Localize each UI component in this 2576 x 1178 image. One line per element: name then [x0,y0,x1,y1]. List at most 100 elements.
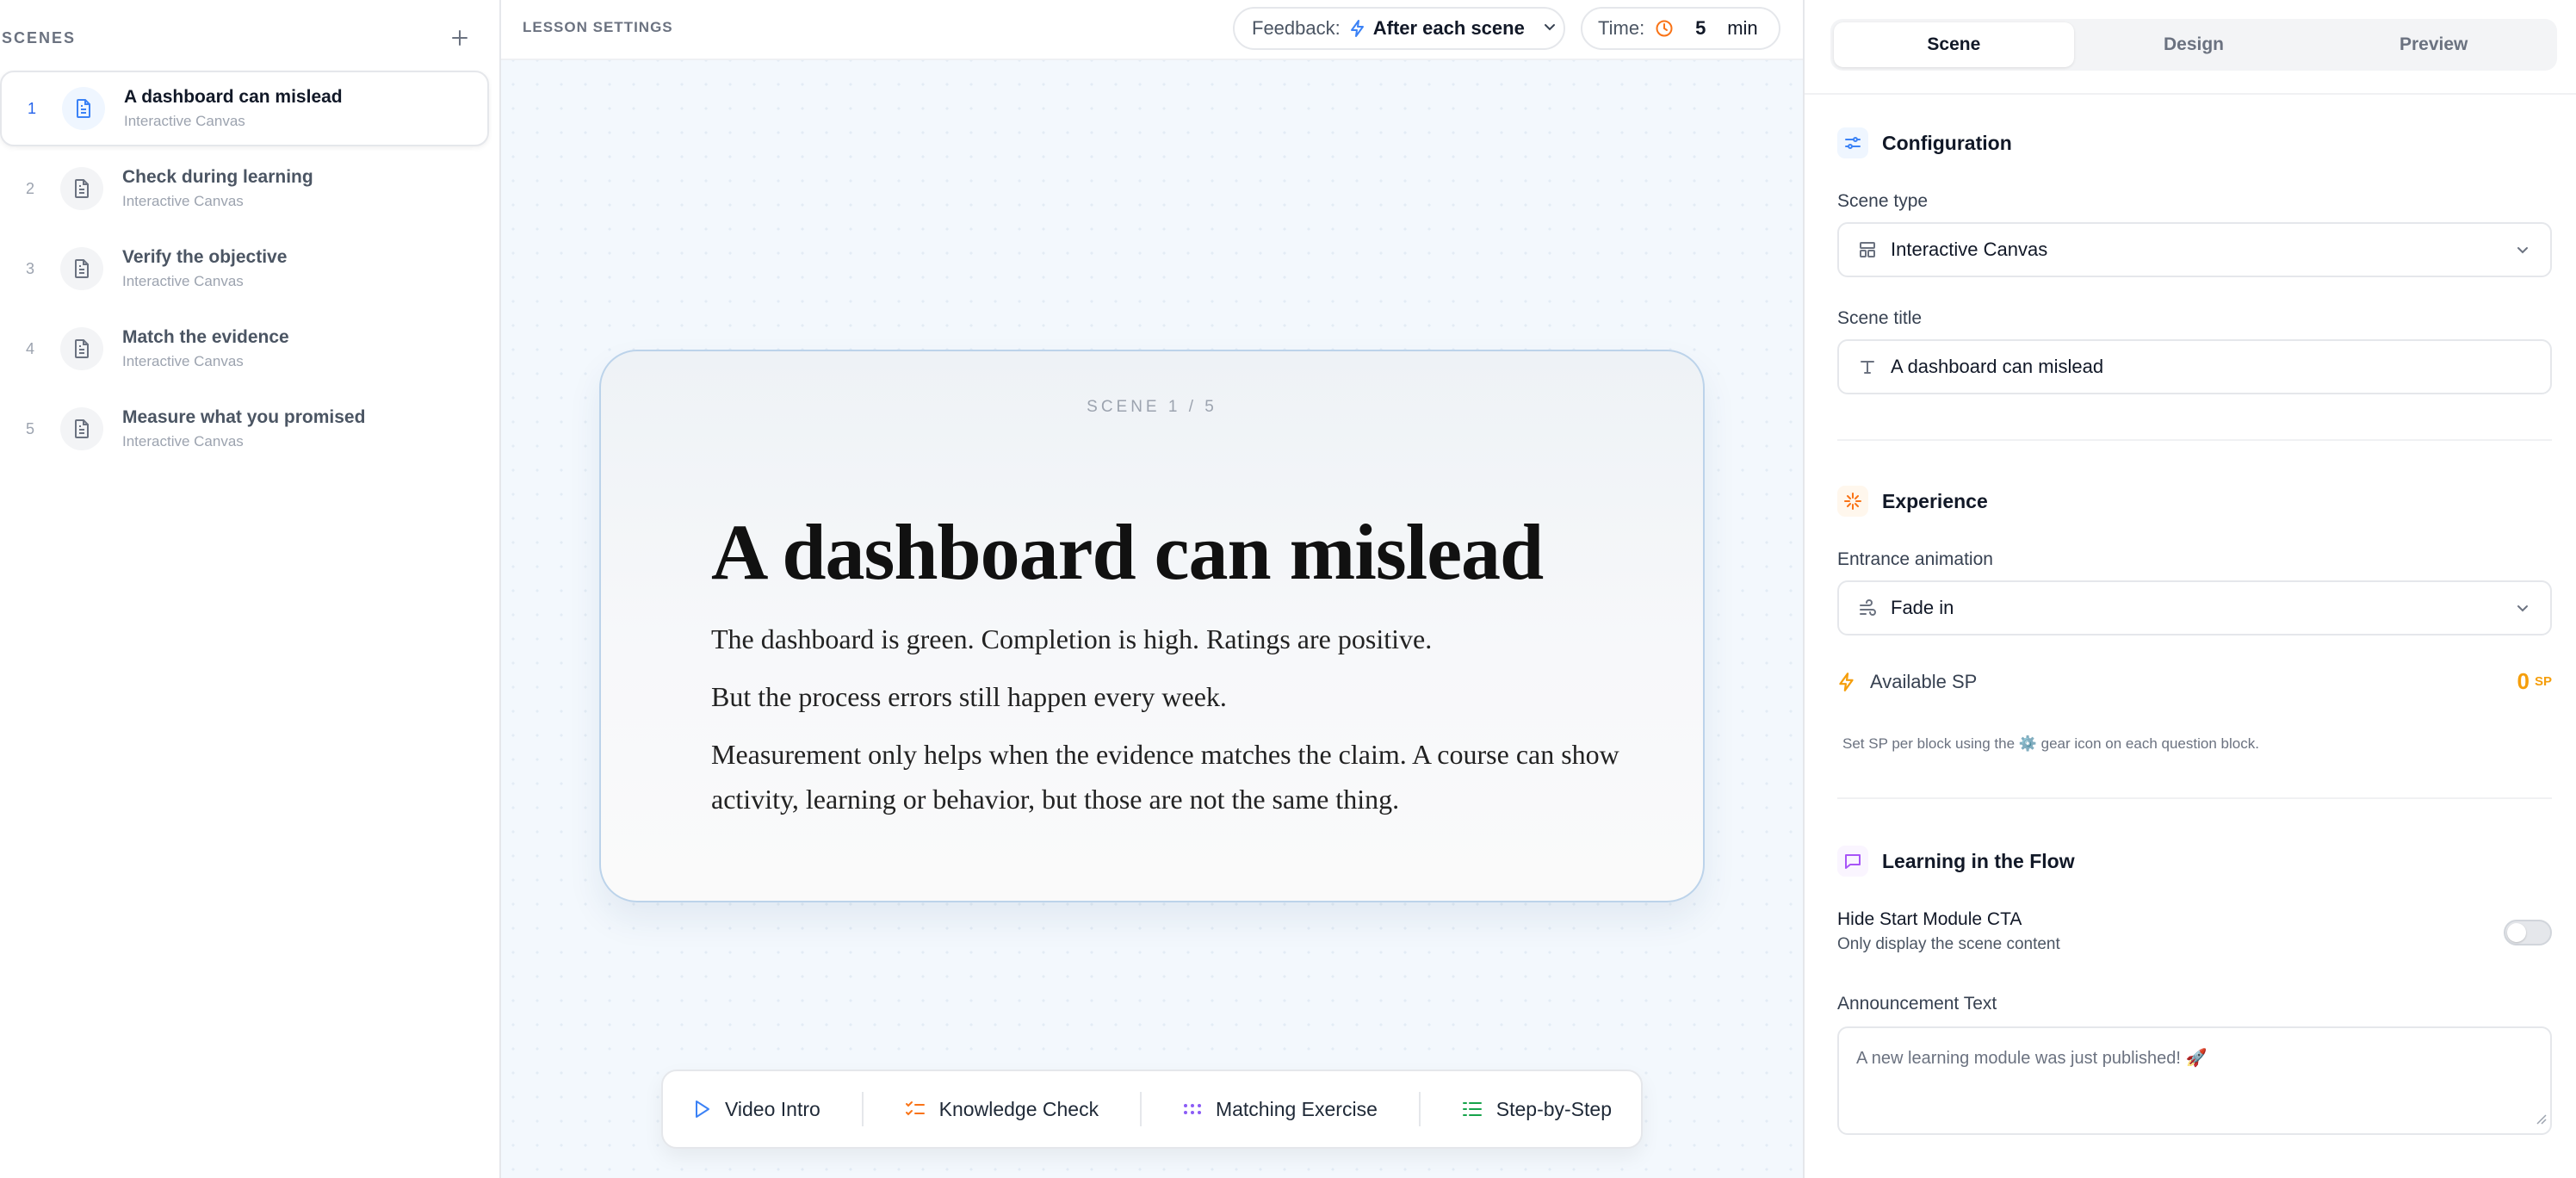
message-square-icon [1837,846,1868,877]
document-icon [60,327,103,370]
scene-name: Measure what you promised [122,407,366,427]
scene-item-1[interactable]: 1 A dashboard can mislead Interactive Ca… [0,71,489,146]
matching-exercise-label: Matching Exercise [1215,1097,1378,1120]
scene-type: Interactive Canvas [122,433,244,450]
section-divider [1837,439,2552,441]
scene-paragraph: The dashboard is green. Completion is hi… [711,623,1433,654]
step-by-step-button[interactable]: Step-by-Step [1445,1098,1629,1121]
text-icon [1858,357,1877,376]
list-ordered-icon [1462,1100,1483,1119]
available-sp-unit: SP [2534,674,2552,689]
grid-dots-icon [1183,1102,1202,1116]
available-sp-label: Available SP [1870,670,1978,692]
entrance-animation-label: Entrance animation [1837,549,1993,569]
video-intro-button[interactable]: Video Intro [675,1098,838,1121]
sidebar-title: SCENES [2,28,77,46]
lightning-icon [1837,672,1856,692]
checklist-icon [905,1100,926,1119]
scene-type-label: Scene type [1837,191,1929,211]
scene-paragraph: But the process errors still happen ever… [711,681,1227,712]
tab-scene[interactable]: Scene [1834,22,2074,67]
document-icon [60,407,103,450]
scene-title-input[interactable]: A dashboard can mislead [1837,339,2552,394]
lesson-settings-label[interactable]: LESSON SETTINGS [523,19,673,36]
scene-name: Check during learning [122,167,313,187]
panel-tabs: Scene Design Preview [1830,19,2557,71]
scene-title-label: Scene title [1837,308,1923,328]
knowledge-check-button[interactable]: Knowledge Check [888,1098,1116,1121]
available-sp-value: 0 [2517,668,2530,694]
document-icon [60,167,103,210]
scene-counter: SCENE 1 / 5 [1087,398,1217,416]
clock-icon [1655,19,1674,38]
document-icon [60,247,103,290]
sp-hint-text: Set SP per block using the ⚙️ gear icon … [1842,735,2259,752]
plus-icon[interactable] [444,22,475,53]
entrance-animation-value: Fade in [1891,597,1954,618]
scene-name: Match the evidence [122,327,289,347]
scene-name: A dashboard can mislead [124,87,343,107]
sliders-icon [1837,127,1868,158]
scene-list: 1 A dashboard can mislead Interactive Ca… [0,71,489,471]
video-intro-label: Video Intro [724,1097,820,1120]
hide-cta-setting: Hide Start Module CTA Only display the s… [1837,909,2552,954]
learning-in-flow-section-header: Learning in the Flow [1837,846,2075,877]
toolbar-divider [861,1092,864,1126]
scene-type: Interactive Canvas [122,273,244,289]
configuration-heading: Configuration [1882,131,2012,154]
experience-heading: Experience [1882,489,1988,512]
experience-section-header: Experience [1837,486,1988,517]
scene-preview-card[interactable]: SCENE 1 / 5 A dashboard can mislead The … [599,350,1705,902]
wind-icon [1858,598,1877,617]
tab-design[interactable]: Design [2074,22,2314,67]
hide-cta-toggle[interactable] [2504,920,2552,946]
lesson-settings-bar: LESSON SETTINGS Feedback: After each sce… [501,0,1803,60]
scene-number: 4 [25,339,34,357]
toolbar-divider [1418,1092,1421,1126]
scene-canvas: LESSON SETTINGS Feedback: After each sce… [501,0,1803,1178]
scene-number: 2 [25,179,34,197]
announcement-textarea[interactable]: A new learning module was just published… [1837,1026,2552,1135]
announcement-text-label: Announcement Text [1837,994,1997,1014]
time-setting: Time: 5 min [1581,7,1780,50]
knowledge-check-label: Knowledge Check [938,1097,1099,1120]
feedback-value: After each scene [1372,17,1525,39]
section-divider [1837,797,2552,799]
panel-divider [1805,93,2576,95]
sparkle-icon [1837,486,1868,517]
toggle-knob [2507,923,2526,942]
play-icon [692,1099,711,1119]
scene-number: 3 [25,259,34,277]
time-input[interactable]: 5 [1679,17,1722,40]
scene-paragraph: Measurement only helps when the evidence… [711,739,1619,815]
lightning-icon [1349,19,1366,38]
scene-type: Interactive Canvas [122,353,244,369]
feedback-dropdown[interactable]: Feedback: After each scene [1233,7,1565,50]
matching-exercise-button[interactable]: Matching Exercise [1166,1098,1395,1121]
toolbar-divider [1140,1092,1142,1126]
time-label: Time: [1598,17,1645,39]
scene-type-select[interactable]: Interactive Canvas [1837,222,2552,277]
scene-type: Interactive Canvas [124,113,245,129]
hide-cta-title: Hide Start Module CTA [1837,909,2022,929]
feedback-label: Feedback: [1252,17,1341,39]
time-unit: min [1727,17,1758,39]
scene-item-2[interactable]: 2 Check during learning Interactive Canv… [0,151,489,226]
document-icon [62,87,105,130]
scene-item-3[interactable]: 3 Verify the objective Interactive Canva… [0,231,489,307]
scene-item-5[interactable]: 5 Measure what you promised Interactive … [0,391,489,467]
scene-item-4[interactable]: 4 Match the evidence Interactive Canvas [0,311,489,387]
hide-cta-description: Only display the scene content [1837,935,2060,953]
scene-number: 5 [25,419,34,437]
chevron-down-icon [2514,241,2531,258]
tab-preview[interactable]: Preview [2313,22,2554,67]
scene-number: 1 [27,99,36,117]
add-block-toolbar: Video Intro Knowledge Check Matching Exe… [661,1070,1643,1149]
available-sp-row: Available SP 0 SP [1837,668,2552,695]
scene-body: The dashboard is green. Completion is hi… [711,617,1624,834]
scene-title-value: A dashboard can mislead [1891,356,2104,377]
entrance-animation-select[interactable]: Fade in [1837,580,2552,636]
step-by-step-label: Step-by-Step [1495,1097,1612,1120]
scene-type: Interactive Canvas [122,193,244,209]
resize-handle-icon[interactable] [2535,1110,2547,1130]
